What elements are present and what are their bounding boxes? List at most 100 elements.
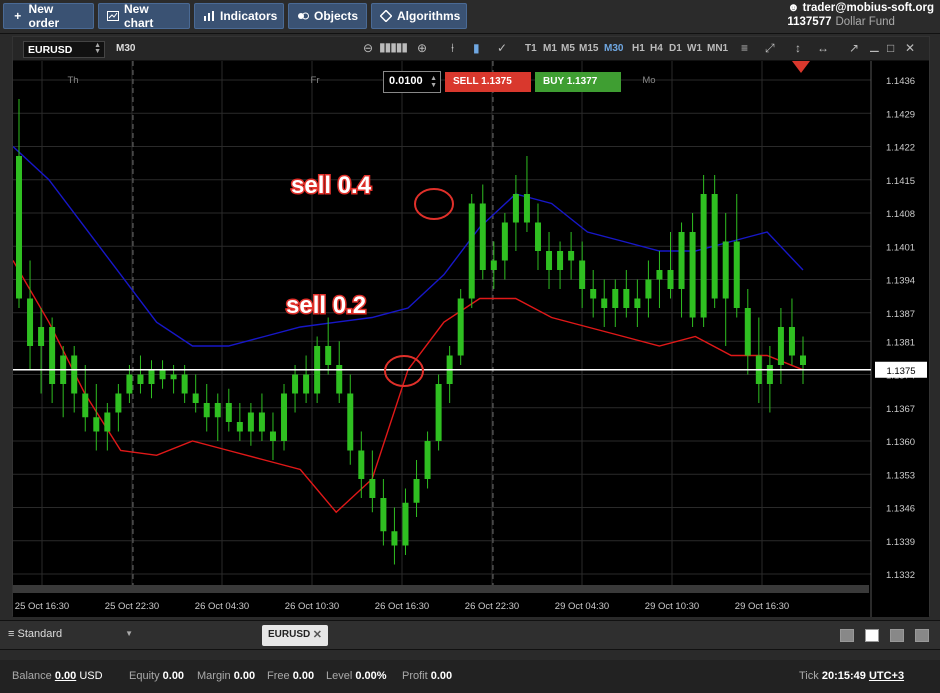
balance-currency: USD <box>79 670 103 682</box>
clock-time: 20:15:49 <box>821 670 866 682</box>
y-tick-label: 1.1367 <box>886 404 915 415</box>
x-tick-label: 26 Oct 04:30 <box>195 601 249 612</box>
timeframe-m15[interactable]: M15 <box>579 43 598 54</box>
annotation-label: sell 0.2 <box>286 292 366 319</box>
timeframe-m1[interactable]: M1 <box>543 43 557 54</box>
equity-item: Equity 0.00 <box>129 670 184 682</box>
timeframe-h1[interactable]: H1 <box>632 43 645 54</box>
candle-body <box>236 422 243 432</box>
candle-body <box>269 431 276 441</box>
y-tick-label: 1.1387 <box>886 309 915 320</box>
candle-body <box>435 384 442 441</box>
candle-body <box>457 298 464 356</box>
chart-window-icon <box>107 10 119 22</box>
timeframe-t1[interactable]: T1 <box>525 43 537 54</box>
timeframe-w1[interactable]: W1 <box>687 43 702 54</box>
y-tick-label: 1.1346 <box>886 504 915 515</box>
chart-tab-eurusd[interactable]: EURUSD ✕ <box>262 625 328 646</box>
crosshair-diag-icon[interactable]: ⤢ <box>765 41 775 56</box>
zoom-in-icon[interactable]: ⊕ <box>417 41 427 55</box>
line-chart-type-icon[interactable]: ✓ <box>497 41 507 55</box>
layout-single-icon[interactable] <box>840 629 854 642</box>
detach-icon[interactable]: ↗ <box>849 41 859 55</box>
workspace-value: Standard <box>17 628 63 640</box>
account-info[interactable]: ☻ trader@mobius-soft.org 1137577 Dollar F… <box>787 2 934 28</box>
candle-body <box>148 369 155 384</box>
balance-item: Balance 0.00 USD <box>12 670 103 682</box>
objects-button[interactable]: Objects <box>288 3 367 29</box>
x-tick-label: 25 Oct 16:30 <box>15 601 69 612</box>
minimize-icon[interactable]: ⚊ <box>869 41 880 55</box>
candle-body <box>203 403 210 418</box>
clock-item: Tick 20:15:49 UTC+3 <box>799 670 904 682</box>
margin-label: Margin <box>197 670 231 682</box>
workspace-selector[interactable]: ≡ Standard ▼ <box>8 628 133 640</box>
candle-body <box>71 355 78 394</box>
candle-chart-type-icon[interactable]: ▮ <box>473 41 480 55</box>
candle-body <box>391 531 398 546</box>
bar-chart-type-icon[interactable]: ⍿ <box>451 41 454 56</box>
indicators-button[interactable]: Indicators <box>194 3 284 29</box>
timeframe-label: M30 <box>116 43 136 54</box>
level-label: Level <box>326 670 353 682</box>
candle-body <box>534 222 541 251</box>
timeframe-h4[interactable]: H4 <box>650 43 663 54</box>
timeframe-d1[interactable]: D1 <box>669 43 682 54</box>
sell-label: SELL <box>453 76 479 87</box>
candle-body <box>623 289 630 308</box>
zoom-out-icon[interactable]: ⊖ <box>363 41 373 55</box>
candle-body <box>601 298 608 308</box>
candle-body <box>766 365 773 384</box>
timeframe-m5[interactable]: M5 <box>561 43 575 54</box>
y-tick-label: 1.1401 <box>886 242 915 253</box>
x-tick-label: 29 Oct 10:30 <box>645 601 699 612</box>
price-chart[interactable]: 1.1436 1.1429 1.1422 1.1415 1.1408 1.1401 1.13… <box>13 61 929 617</box>
candle-body <box>115 393 122 413</box>
sell-button[interactable]: SELL 1.1375 <box>445 72 531 92</box>
close-tab-icon[interactable]: ✕ <box>313 628 322 641</box>
y-tick-label: 1.1332 <box>886 570 915 581</box>
lines-tool-icon[interactable]: ≡ <box>741 41 748 55</box>
timeframe-m30[interactable]: M30 <box>604 43 623 54</box>
objects-label: Objects <box>314 9 359 23</box>
timeframe-mn1[interactable]: MN1 <box>707 43 728 54</box>
workspace-tab-bar: ≡ Standard ▼ EURUSD ✕ <box>0 620 940 650</box>
layout-columns-icon[interactable] <box>890 629 904 642</box>
lot-size-value: 0.0100 <box>389 75 423 87</box>
candle-body <box>38 327 45 346</box>
candle-body <box>192 393 199 403</box>
tick-label: Tick <box>799 670 819 682</box>
status-bar: Balance 0.00 USD Equity 0.00 Margin 0.00… <box>0 660 940 693</box>
balance-value[interactable]: 0.00 <box>55 670 76 682</box>
candle-body <box>612 289 619 308</box>
y-tick-label: 1.1415 <box>886 176 915 187</box>
horizontal-line-icon[interactable]: ↔ <box>817 41 829 55</box>
symbol-selector[interactable]: EURUSD ▲ ▼ <box>23 41 105 58</box>
account-user: trader@mobius-soft.org <box>802 2 934 14</box>
chart-scrollbar[interactable] <box>13 585 869 593</box>
layout-grid-icon[interactable] <box>865 629 879 642</box>
layout-rows-icon[interactable] <box>915 629 929 642</box>
one-click-order: 0.0100 ▲ ▼ SELL 1.1375 BUY 1.1377 <box>383 71 621 93</box>
menu-icon: ≡ <box>8 628 15 640</box>
chart-header: EURUSD ▲ ▼ M30 ⊖ ▮▮▮▮▮ ⊕ ⍿ ▮ ✓ T1 M1 M5 M15 M… <box>13 37 929 61</box>
close-icon[interactable]: ✕ <box>905 41 915 55</box>
vertical-line-icon[interactable]: ↕ <box>795 41 801 55</box>
day-label: Mo <box>642 75 655 86</box>
trading-app: + New order New chart Indicators Objects <box>0 0 940 693</box>
level-item: Level 0.00% <box>326 670 387 682</box>
account-fund: Dollar Fund <box>835 16 895 28</box>
new-chart-button[interactable]: New chart <box>98 2 190 30</box>
day-label: Th <box>67 75 78 86</box>
x-tick-label: 26 Oct 10:30 <box>285 601 339 612</box>
zoom-slider-icon[interactable]: ▮▮▮▮▮ <box>379 40 408 54</box>
maximize-icon[interactable]: □ <box>887 41 894 55</box>
buy-button[interactable]: BUY 1.1377 <box>535 72 621 92</box>
new-order-button[interactable]: + New order <box>3 2 94 30</box>
algorithms-button[interactable]: Algorithms <box>371 3 467 29</box>
candle-body <box>667 270 674 289</box>
candle-body <box>689 232 696 318</box>
timezone-value[interactable]: UTC+3 <box>869 670 904 682</box>
y-tick-label: 1.1339 <box>886 537 915 548</box>
lot-size-input[interactable]: 0.0100 ▲ ▼ <box>383 71 441 93</box>
